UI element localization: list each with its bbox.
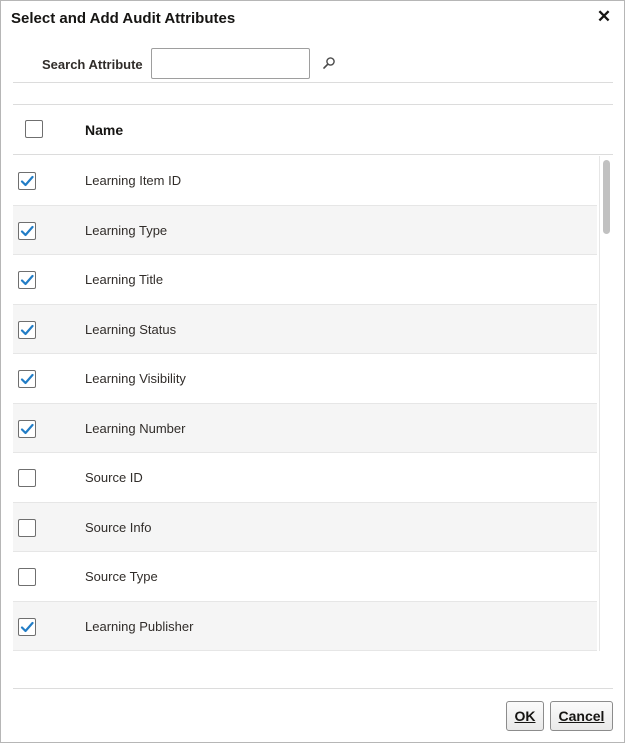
row-name: Learning Type [85, 222, 168, 238]
attributes-table: Name Learning Item ID Learning Type Learni… [13, 104, 613, 651]
row-checkbox[interactable] [18, 271, 36, 289]
cancel-button[interactable]: Cancel [550, 701, 613, 731]
row-name: Learning Status [85, 321, 177, 337]
row-name: Learning Number [85, 420, 186, 436]
checkmark-icon [20, 324, 34, 335]
checkmark-icon [20, 225, 34, 236]
checkmark-icon [20, 373, 34, 385]
row-checkbox[interactable] [18, 568, 36, 586]
search-divider [13, 82, 613, 83]
search-attribute-input[interactable] [151, 48, 310, 79]
row-checkbox[interactable] [18, 370, 36, 388]
search-attribute-label: Search Attribute [42, 57, 143, 72]
audit-attributes-dialog: Select and Add Audit Attributes ✕ Search… [0, 0, 625, 743]
row-checkbox[interactable] [18, 419, 36, 438]
row-name: Learning Title [85, 272, 164, 287]
checkmark-icon [20, 274, 34, 286]
row-checkbox[interactable] [18, 617, 36, 636]
ok-button[interactable]: OK [506, 701, 544, 731]
checkmark-icon [20, 175, 34, 187]
table-row[interactable]: Learning Title [13, 255, 597, 305]
table-body: Learning Item ID Learning Type Learning Ti… [13, 156, 597, 651]
table-row[interactable]: Source ID [13, 453, 597, 503]
name-column-header[interactable]: Name [85, 122, 123, 138]
row-name: Learning Visibility [85, 371, 186, 386]
footer-divider [13, 688, 613, 689]
row-name: Source Type [85, 569, 158, 584]
table-row[interactable]: Learning Number [13, 403, 597, 453]
select-all-checkbox[interactable] [25, 120, 43, 138]
table-row[interactable]: Learning Status [13, 304, 597, 354]
table-header: Name [13, 105, 613, 155]
table-row[interactable]: Learning Item ID [13, 156, 597, 206]
row-name: Learning Item ID [85, 173, 182, 188]
search-icon[interactable] [322, 56, 336, 70]
dialog-title: Select and Add Audit Attributes [11, 10, 236, 27]
row-name: Source Info [85, 519, 152, 535]
table-scrollbar[interactable] [599, 156, 613, 651]
close-icon[interactable]: ✕ [595, 7, 613, 27]
scrollbar-thumb[interactable] [603, 160, 610, 234]
row-checkbox[interactable] [18, 221, 36, 240]
row-name: Learning Publisher [85, 618, 194, 634]
table-row[interactable]: Learning Type [13, 205, 597, 255]
row-checkbox[interactable] [18, 518, 36, 537]
row-checkbox[interactable] [18, 172, 36, 190]
table-row[interactable]: Source Type [13, 552, 597, 602]
table-row[interactable]: Learning Visibility [13, 354, 597, 404]
table-row[interactable]: Source Info [13, 502, 597, 552]
table-row[interactable]: Learning Publisher [13, 601, 597, 651]
row-checkbox[interactable] [18, 320, 36, 339]
row-checkbox[interactable] [18, 469, 36, 487]
checkmark-icon [20, 423, 34, 434]
row-name: Source ID [85, 470, 143, 485]
checkmark-icon [20, 621, 34, 632]
